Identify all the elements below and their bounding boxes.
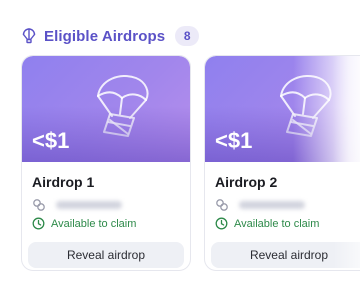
airdrop-banner: <$1 xyxy=(22,56,190,162)
status-text: Available to claim xyxy=(51,217,137,230)
link-icon xyxy=(32,198,46,212)
reveal-airdrop-button[interactable]: Reveal airdrop xyxy=(211,242,360,268)
airdrop-card-2[interactable]: <$1 Airdrop 2 Available to claim Reveal … xyxy=(204,55,360,271)
link-icon xyxy=(215,198,229,212)
clock-icon xyxy=(32,217,45,230)
address-row xyxy=(32,198,122,212)
status-row: Available to claim xyxy=(32,217,136,230)
airdrop-name: Airdrop 2 xyxy=(215,174,278,190)
clock-icon xyxy=(215,217,228,230)
airdrop-value: <$1 xyxy=(32,128,70,153)
status-row: Available to claim xyxy=(215,217,319,230)
airdrop-name: Airdrop 1 xyxy=(32,174,95,190)
address-row xyxy=(215,198,305,212)
hidden-address xyxy=(56,201,122,209)
airdrop-banner: <$1 xyxy=(205,56,360,162)
airdrop-value: <$1 xyxy=(215,128,253,153)
reveal-airdrop-button[interactable]: Reveal airdrop xyxy=(28,242,184,268)
parachute-icon xyxy=(21,28,37,44)
hidden-address xyxy=(239,201,305,209)
airdrop-card-1[interactable]: <$1 Airdrop 1 Available to claim Reveal … xyxy=(21,55,191,271)
count-badge: 8 xyxy=(175,26,200,46)
section-header: Eligible Airdrops 8 xyxy=(21,24,200,48)
section-title: Eligible Airdrops xyxy=(44,27,166,45)
status-text: Available to claim xyxy=(234,217,320,230)
